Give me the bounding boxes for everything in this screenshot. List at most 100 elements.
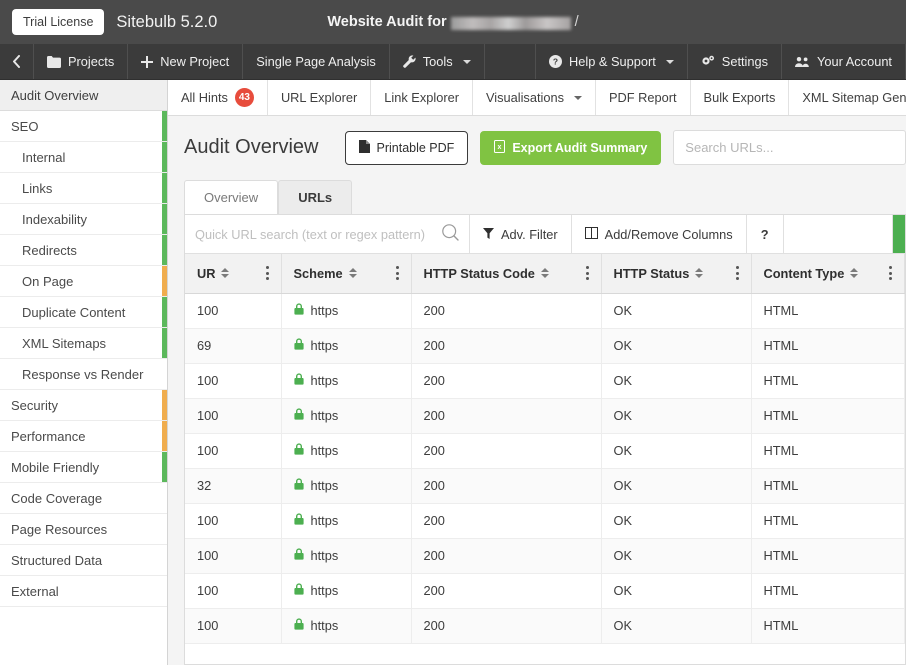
cell-scheme: https [281,608,412,644]
column-menu-icon[interactable] [578,266,589,281]
table-row[interactable]: 32 https 200 OK HTML [185,468,905,504]
add-remove-columns-button[interactable]: Add/Remove Columns [572,215,747,253]
sidebar-item-security[interactable]: Security [0,390,167,421]
cell-content-type: HTML [751,398,905,434]
export-table-button[interactable] [893,215,905,253]
scheme-label: https [310,303,339,318]
table-row[interactable]: 100 https 200 OK HTML [185,398,905,434]
table-row[interactable]: 100 https 200 OK HTML [185,503,905,539]
subnav-item-link-explorer[interactable]: Link Explorer [371,80,473,115]
cell-http-status-code: 200 [411,328,602,364]
toolbar-item-tools[interactable]: Tools [390,44,485,79]
export-audit-summary-button[interactable]: x Export Audit Summary [480,130,662,165]
sort-toggle-icon[interactable] [221,268,230,279]
toolbar-spacer [485,44,536,79]
column-header-http-status-code[interactable]: HTTP Status Code [411,254,602,294]
table-row[interactable]: 100 https 200 OK HTML [185,433,905,469]
cell-ur: 100 [185,363,282,399]
column-header-http-status[interactable]: HTTP Status [601,254,752,294]
cell-content-type: HTML [751,468,905,504]
sidebar-status-indicator [162,142,167,172]
sidebar-item-page-resources[interactable]: Page Resources [0,514,167,545]
sidebar-item-structured-data[interactable]: Structured Data [0,545,167,576]
subnav-item-xml-sitemap-generator[interactable]: XML Sitemap Generator [789,80,906,115]
sidebar-item-mobile-friendly[interactable]: Mobile Friendly [0,452,167,483]
sidebar-item-duplicate-content[interactable]: Duplicate Content [0,297,167,328]
lock-icon [293,478,304,493]
subnav-item-url-explorer[interactable]: URL Explorer [268,80,372,115]
search-icon[interactable] [442,224,459,244]
column-menu-icon[interactable] [728,266,739,281]
column-header-scheme[interactable]: Scheme [281,254,412,294]
column-header-label: Content Type [763,265,845,281]
adv-filter-button[interactable]: Adv. Filter [470,215,572,253]
cell-http-status-code: 200 [411,293,602,329]
column-menu-icon[interactable] [258,266,269,281]
subnav-item-all-hints[interactable]: All Hints 43 [168,80,268,115]
sidebar-item-internal[interactable]: Internal [0,142,167,173]
toolbar-item-help-support[interactable]: ? Help & Support [536,44,688,79]
trial-license-badge: Trial License [12,9,105,35]
table-row[interactable]: 100 https 200 OK HTML [185,608,905,644]
sort-toggle-icon[interactable] [850,268,859,279]
toolbar-item-projects[interactable]: Projects [34,44,129,79]
table-row[interactable]: 100 https 200 OK HTML [185,363,905,399]
printable-pdf-button[interactable]: Printable PDF [344,130,469,165]
toolbar-item-new-project[interactable]: New Project [128,44,244,79]
lock-icon [293,338,304,353]
sidebar-status-indicator [162,483,167,513]
tab-urls[interactable]: URLs [278,180,353,214]
sidebar-item-external[interactable]: External [0,576,167,607]
sidebar-item-xml-sitemaps[interactable]: XML Sitemaps [0,328,167,359]
back-button[interactable] [0,44,34,79]
sidebar-item-code-coverage[interactable]: Code Coverage [0,483,167,514]
scheme-label: https [310,513,339,528]
table-row[interactable]: 100 https 200 OK HTML [185,293,905,329]
table-row[interactable]: 100 https 200 OK HTML [185,538,905,574]
cell-ur: 100 [185,538,282,574]
cell-http-status: OK [601,538,752,574]
sidebar-item-on-page[interactable]: On Page [0,266,167,297]
sidebar-item-label: Indexability [22,211,88,227]
subnav-item-bulk-exports[interactable]: Bulk Exports [691,80,790,115]
sidebar-item-links[interactable]: Links [0,173,167,204]
sort-toggle-icon[interactable] [348,268,357,279]
cell-content-type: HTML [751,503,905,539]
subnav-item-pdf-report[interactable]: PDF Report [596,80,691,115]
report-subnav: All Hints 43 URL Explorer Link Explorer Visu… [168,80,906,116]
quick-url-search-input[interactable] [195,226,436,242]
sidebar-status-indicator [162,173,167,203]
column-menu-icon[interactable] [388,266,399,281]
toolbar-item-your-account[interactable]: Your Account [782,44,906,79]
urls-table-wrapper: UR Scheme HTTP Status Code HTTP Status Conte… [185,254,905,664]
subnav-item-visualisations[interactable]: Visualisations [473,80,596,115]
sort-toggle-icon[interactable] [540,268,549,279]
scheme-label: https [310,548,339,563]
svg-text:?: ? [553,57,558,67]
subnav-item-label: XML Sitemap Generator [802,90,906,105]
sidebar-item-indexability[interactable]: Indexability [0,204,167,235]
column-header-content-type[interactable]: Content Type [751,254,905,294]
table-row[interactable]: 69 https 200 OK HTML [185,328,905,364]
sidebar-item-label: Redirects [22,242,77,258]
search-urls-input[interactable] [673,130,906,165]
printable-pdf-label: Printable PDF [376,140,455,155]
sidebar-item-performance[interactable]: Performance [0,421,167,452]
toolbar-label: Your Account [817,54,892,69]
toolbar-item-settings[interactable]: Settings [688,44,783,79]
sidebar-item-seo[interactable]: SEO [0,111,167,142]
filter-help-button[interactable]: ? [747,215,784,253]
cell-ur: 69 [185,328,282,364]
toolbar-item-single-page-analysis[interactable]: Single Page Analysis [243,44,390,79]
sidebar-item-label: Code Coverage [11,490,103,506]
cell-http-status-code: 200 [411,363,602,399]
table-row[interactable]: 100 https 200 OK HTML [185,573,905,609]
sidebar-item-response-vs-render[interactable]: Response vs Render [0,359,167,390]
column-header-ur[interactable]: UR [185,254,282,294]
sort-toggle-icon[interactable] [695,268,704,279]
sidebar-status-indicator [162,204,167,234]
column-menu-icon[interactable] [881,266,892,281]
tab-overview[interactable]: Overview [184,180,279,214]
sidebar-item-redirects[interactable]: Redirects [0,235,167,266]
column-header-label: Scheme [293,265,343,281]
